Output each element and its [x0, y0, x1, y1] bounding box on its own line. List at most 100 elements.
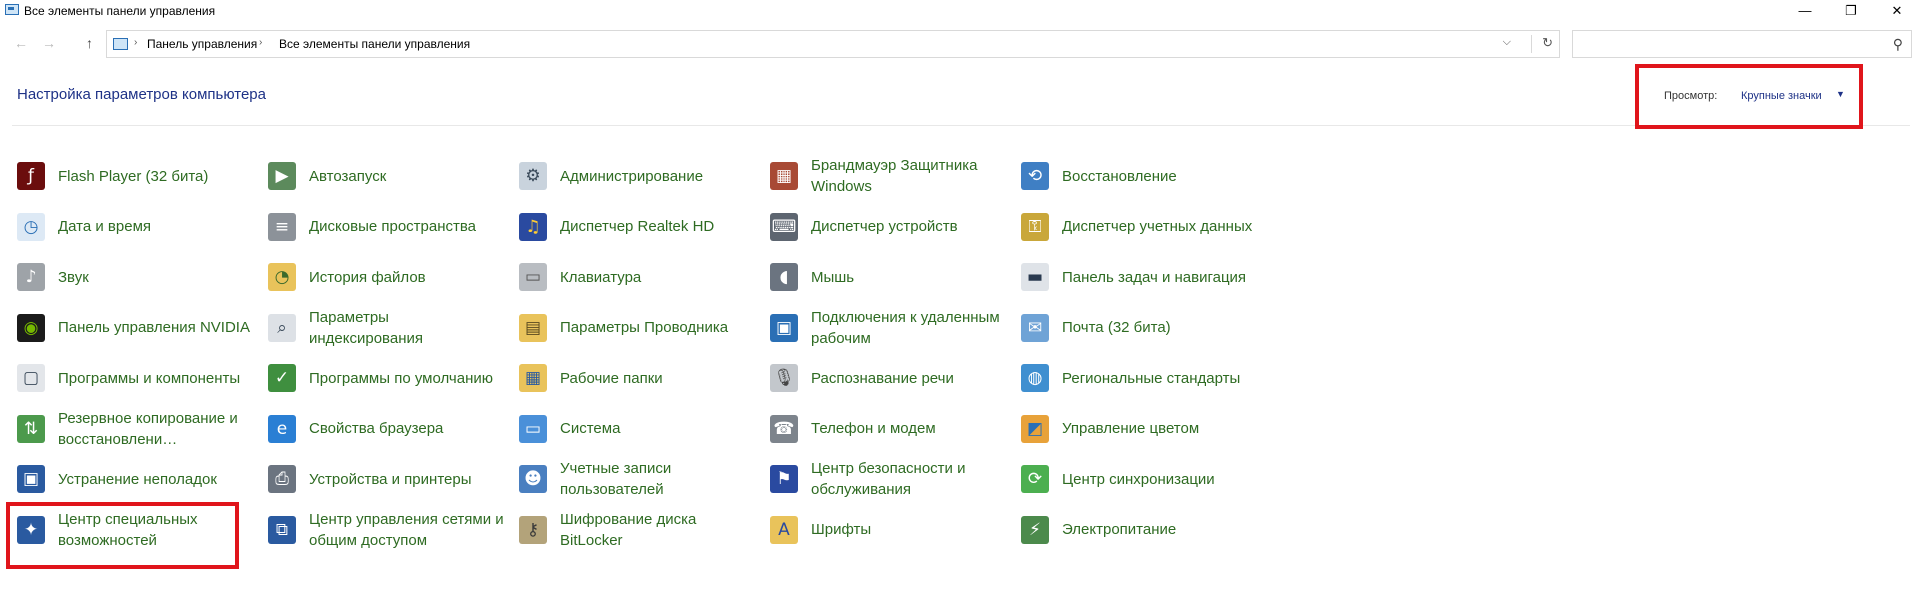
control-panel-item[interactable]: ⧉ Центр управления сетями и общим доступо…: [268, 505, 519, 556]
control-panel-item[interactable]: ƒ Flash Player (32 бита): [17, 151, 268, 202]
control-panel-item[interactable]: ⎙ Устройства и принтеры: [268, 454, 519, 505]
up-button[interactable]: ↑: [86, 35, 93, 51]
control-panel-item-label[interactable]: Региональные стандарты: [1062, 368, 1258, 389]
control-panel-item[interactable]: 🎙 Распознавание речи: [770, 353, 1021, 404]
firewall-icon: ▦: [770, 162, 798, 191]
control-panel-item-label[interactable]: Диспетчер устройств: [811, 216, 1007, 237]
refresh-icon[interactable]: ↻: [1531, 35, 1553, 53]
control-panel-item[interactable]: ▶ Автозапуск: [268, 151, 519, 202]
date-time-icon: ◷: [17, 212, 45, 241]
control-panel-item[interactable]: ⌕ Параметры индексирования: [268, 303, 519, 354]
control-panel-item-label[interactable]: Панель задач и навигация: [1062, 267, 1258, 288]
system-icon: ▭: [519, 414, 547, 443]
control-panel-item-label[interactable]: Программы и компоненты: [58, 368, 254, 389]
control-panel-item-label[interactable]: Панель управления NVIDIA: [58, 317, 254, 338]
control-panel-item[interactable]: ✉ Почта (32 бита): [1021, 303, 1272, 354]
control-panel-item[interactable]: ☎ Телефон и модем: [770, 404, 1021, 455]
control-panel-item[interactable]: ▦ Брандмауэр Защитника Windows: [770, 151, 1021, 202]
control-panel-item-label[interactable]: Телефон и модем: [811, 418, 1007, 439]
control-panel-item[interactable]: ⌨ Диспетчер устройств: [770, 202, 1021, 253]
control-panel-item-label[interactable]: Распознавание речи: [811, 368, 1007, 389]
control-panel-item[interactable]: ▦ Рабочие папки: [519, 353, 770, 404]
control-panel-item[interactable]: ⚿ Диспетчер учетных данных: [1021, 202, 1272, 253]
control-panel-item-label[interactable]: Восстановление: [1062, 166, 1258, 187]
control-panel-item[interactable]: ⟲ Восстановление: [1021, 151, 1272, 202]
address-dropdown-icon[interactable]: ⌵: [1503, 36, 1511, 49]
control-panel-item-label[interactable]: Дата и время: [58, 216, 254, 237]
control-panel-item-label[interactable]: Шифрование диска BitLocker: [560, 509, 756, 551]
control-panel-item-label[interactable]: Диспетчер Realtek HD: [560, 216, 756, 237]
control-panel-item-label[interactable]: Параметры индексирования: [309, 307, 505, 349]
control-panel-item-label[interactable]: Рабочие папки: [560, 368, 756, 389]
control-panel-item[interactable]: ⇅ Резервное копирование и восстановлени…: [17, 404, 268, 455]
device-manager-icon: ⌨: [770, 212, 798, 241]
control-panel-item-label[interactable]: Устройства и принтеры: [309, 469, 505, 490]
control-panel-item-label[interactable]: Центр управления сетями и общим доступом: [309, 509, 505, 551]
breadcrumb-all-items[interactable]: Все элементы панели управления: [279, 37, 470, 51]
control-panel-item-label[interactable]: Клавиатура: [560, 267, 756, 288]
control-panel-item-label[interactable]: История файлов: [309, 267, 505, 288]
control-panel-item-label[interactable]: Диспетчер учетных данных: [1062, 216, 1258, 237]
control-panel-item[interactable]: ✓ Программы по умолчанию: [268, 353, 519, 404]
control-panel-item-label[interactable]: Параметры Проводника: [560, 317, 756, 338]
control-panel-item[interactable]: ▬ Панель задач и навигация: [1021, 252, 1272, 303]
control-panel-item-label[interactable]: Подключения к удаленным рабочим: [811, 307, 1007, 349]
search-input[interactable]: ⚲: [1572, 30, 1912, 58]
control-panel-item[interactable]: ⚷ Шифрование диска BitLocker: [519, 505, 770, 556]
control-panel-item-label[interactable]: Администрирование: [560, 166, 756, 187]
control-panel-item[interactable]: ✦ Центр специальных возможностей: [17, 505, 268, 556]
control-panel-item[interactable]: ☻ Учетные записи пользователей: [519, 454, 770, 505]
control-panel-item[interactable]: ♫ Диспетчер Realtek HD: [519, 202, 770, 253]
control-panel-item[interactable]: e Свойства браузера: [268, 404, 519, 455]
control-panel-item[interactable]: ◔ История файлов: [268, 252, 519, 303]
control-panel-item-label[interactable]: Устранение неполадок: [58, 469, 254, 490]
control-panel-item-label[interactable]: Брандмауэр Защитника Windows: [811, 155, 1007, 197]
control-panel-item[interactable]: ◖ Мышь: [770, 252, 1021, 303]
control-panel-item[interactable]: ▭ Клавиатура: [519, 252, 770, 303]
control-panel-item[interactable]: A Шрифты: [770, 505, 1021, 556]
control-panel-item-label[interactable]: Автозапуск: [309, 166, 505, 187]
divider: [12, 125, 1910, 126]
control-panel-item-label[interactable]: Резервное копирование и восстановлени…: [58, 408, 254, 450]
control-panel-item-label[interactable]: Flash Player (32 бита): [58, 166, 254, 187]
search-icon[interactable]: ⚲: [1893, 36, 1903, 53]
maximize-button[interactable]: ❐: [1828, 0, 1874, 22]
control-panel-item-label[interactable]: Почта (32 бита): [1062, 317, 1258, 338]
close-button[interactable]: ✕: [1874, 0, 1920, 22]
control-panel-item[interactable]: ≡ Дисковые пространства: [268, 202, 519, 253]
control-panel-item[interactable]: ◉ Панель управления NVIDIA: [17, 303, 268, 354]
control-panel-item-label[interactable]: Центр специальных возможностей: [58, 509, 254, 551]
control-panel-item-label[interactable]: Центр синхронизации: [1062, 469, 1258, 490]
internet-options-icon: e: [268, 414, 296, 443]
control-panel-item-label[interactable]: Шрифты: [811, 519, 1007, 540]
control-panel-item[interactable]: ▭ Система: [519, 404, 770, 455]
control-panel-item[interactable]: ▣ Подключения к удаленным рабочим: [770, 303, 1021, 354]
control-panel-item-label[interactable]: Учетные записи пользователей: [560, 458, 756, 500]
control-panel-item-label[interactable]: Звук: [58, 267, 254, 288]
control-panel-item[interactable]: ▢ Программы и компоненты: [17, 353, 268, 404]
minimize-button[interactable]: —: [1782, 0, 1828, 22]
back-button[interactable]: ←: [14, 35, 28, 51]
control-panel-item[interactable]: ▤ Параметры Проводника: [519, 303, 770, 354]
programs-features-icon: ▢: [17, 364, 45, 393]
breadcrumb-control-panel[interactable]: Панель управления: [147, 37, 257, 51]
control-panel-item[interactable]: ◷ Дата и время: [17, 202, 268, 253]
control-panel-item[interactable]: ◍ Региональные стандарты: [1021, 353, 1272, 404]
control-panel-item-label[interactable]: Свойства браузера: [309, 418, 505, 439]
control-panel-item[interactable]: ⟳ Центр синхронизации: [1021, 454, 1272, 505]
control-panel-item-label[interactable]: Программы по умолчанию: [309, 368, 505, 389]
control-panel-item-label[interactable]: Центр безопасности и обслуживания: [811, 458, 1007, 500]
control-panel-item-label[interactable]: Мышь: [811, 267, 1007, 288]
control-panel-item[interactable]: ⚙ Администрирование: [519, 151, 770, 202]
control-panel-item[interactable]: ◩ Управление цветом: [1021, 404, 1272, 455]
control-panel-item[interactable]: ⚡ Электропитание: [1021, 505, 1272, 556]
control-panel-item-label[interactable]: Электропитание: [1062, 519, 1258, 540]
control-panel-item[interactable]: ⚑ Центр безопасности и обслуживания: [770, 454, 1021, 505]
control-panel-item[interactable]: ▣ Устранение неполадок: [17, 454, 268, 505]
control-panel-item[interactable]: ♪ Звук: [17, 252, 268, 303]
control-panel-item-label[interactable]: Дисковые пространства: [309, 216, 505, 237]
control-panel-item-label[interactable]: Система: [560, 418, 756, 439]
control-panel-item-label[interactable]: Управление цветом: [1062, 418, 1258, 439]
address-bar[interactable]: › Панель управления › Все элементы панел…: [106, 30, 1560, 58]
forward-button[interactable]: →: [42, 35, 56, 51]
